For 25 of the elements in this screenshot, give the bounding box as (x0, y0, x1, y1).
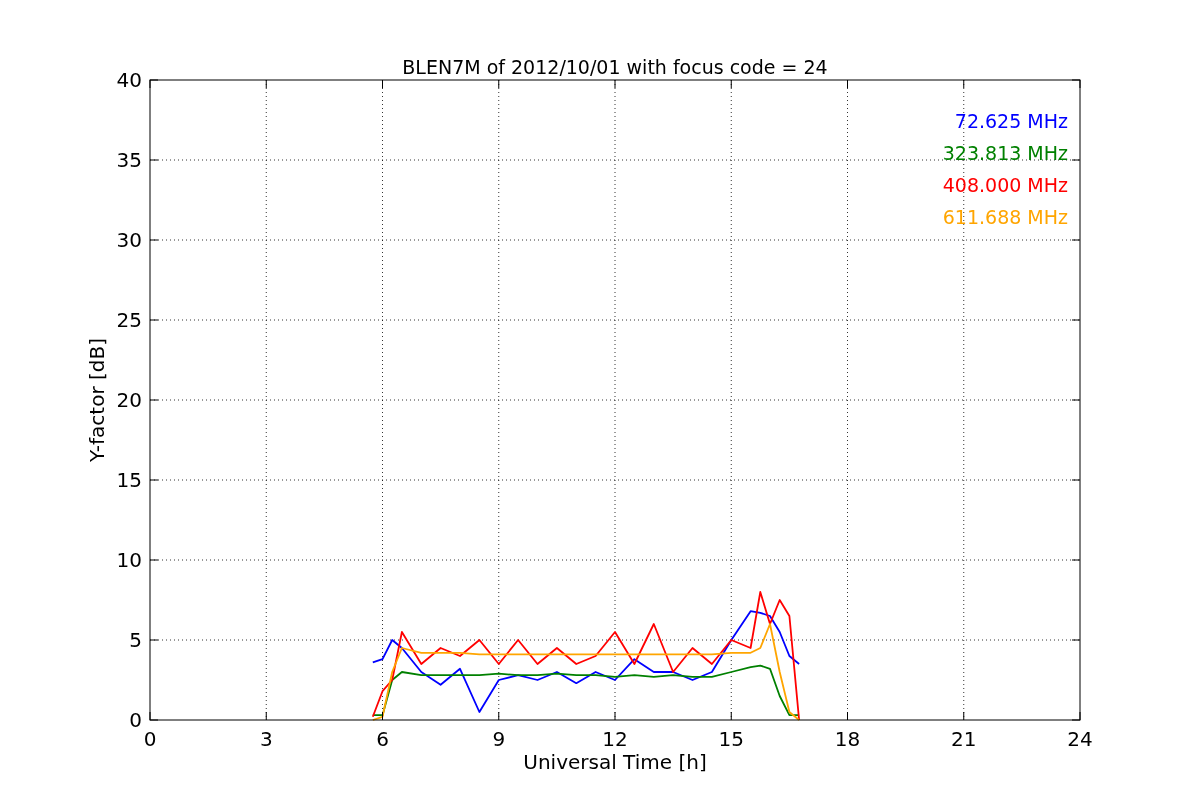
legend-label: 408.000 MHz (942, 174, 1068, 196)
y-tick-label: 30 (116, 228, 142, 252)
legend-label: 323.813 MHz (942, 142, 1068, 164)
x-tick-label: 24 (1067, 727, 1093, 751)
y-tick-label: 35 (116, 148, 142, 172)
y-tick-label: 20 (116, 388, 142, 412)
x-tick-label: 3 (259, 727, 273, 751)
x-tick-label: 15 (718, 727, 744, 751)
x-tick-label: 18 (834, 727, 861, 751)
x-axis-label: Universal Time [h] (523, 750, 707, 774)
y-tick-label: 5 (129, 628, 142, 652)
y-tick-label: 10 (116, 548, 142, 572)
x-tick-label: 21 (951, 727, 977, 751)
x-tick-label: 9 (492, 727, 506, 751)
y-axis-label: Y-factor [dB] (85, 338, 109, 462)
chart-title: BLEN7M of 2012/10/01 with focus code = 24 (402, 56, 828, 78)
y-tick-label: 0 (129, 708, 142, 732)
x-tick-label: 0 (143, 727, 157, 751)
y-tick-label: 40 (116, 68, 142, 92)
legend-label: 72.625 MHz (954, 110, 1068, 132)
y-tick-label: 15 (116, 468, 142, 492)
x-tick-label: 12 (602, 727, 628, 751)
x-tick-label: 6 (376, 727, 389, 751)
y-tick-label: 25 (116, 308, 142, 332)
legend-label: 611.688 MHz (942, 206, 1068, 228)
